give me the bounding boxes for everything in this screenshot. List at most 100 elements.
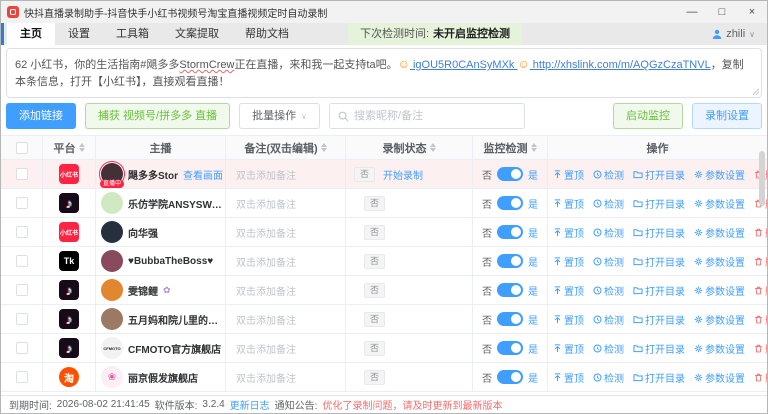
delete-button[interactable]: 删除: [754, 225, 767, 240]
pin-top-button[interactable]: 置顶: [553, 312, 584, 327]
pin-top-button[interactable]: 置顶: [553, 167, 584, 182]
sort-carets-icon[interactable]: [531, 143, 537, 152]
batch-operation-dropdown[interactable]: 批量操作∨: [239, 103, 320, 129]
remark-cell[interactable]: 双击添加备注: [226, 218, 346, 246]
parameter-settings-button[interactable]: 参数设置: [694, 254, 745, 269]
sort-carets-icon[interactable]: [79, 143, 85, 152]
start-monitor-button[interactable]: 启动监控: [613, 103, 683, 129]
pin-top-button[interactable]: 置顶: [553, 225, 584, 240]
minimize-button[interactable]: —: [677, 1, 707, 23]
detect-button[interactable]: 检测: [593, 312, 624, 327]
sort-carets-icon[interactable]: [321, 143, 327, 152]
notice-link[interactable]: igOU5R0CAnSyMXk: [410, 59, 518, 71]
row-checkbox[interactable]: [16, 226, 28, 238]
parameter-settings-button[interactable]: 参数设置: [694, 167, 745, 182]
row-checkbox[interactable]: [16, 197, 28, 209]
search-input[interactable]: [354, 110, 516, 122]
row-checkbox[interactable]: [16, 255, 28, 267]
tab-设置[interactable]: 设置: [55, 23, 103, 45]
delete-button[interactable]: 删除: [754, 370, 767, 385]
left-accent-bar: [1, 23, 4, 45]
user-menu[interactable]: zhili ∨: [712, 23, 767, 45]
record-settings-button[interactable]: 录制设置: [692, 103, 762, 129]
detect-button[interactable]: 检测: [593, 254, 624, 269]
view-screen-link[interactable]: 查看画面: [183, 167, 223, 182]
column-header-record-status[interactable]: 录制状态: [346, 136, 473, 159]
capture-live-button[interactable]: 捕获 视频号/拼多多 直播: [85, 103, 230, 129]
remark-cell[interactable]: 双击添加备注: [226, 247, 346, 275]
toolbar: 添加链接 捕获 视频号/拼多多 直播 批量操作∨ 启动监控 录制设置: [6, 103, 762, 129]
open-directory-button[interactable]: 打开目录: [633, 312, 685, 327]
detect-button[interactable]: 检测: [593, 341, 624, 356]
delete-button[interactable]: 删除: [754, 283, 767, 298]
tab-工具箱[interactable]: 工具箱: [103, 23, 162, 45]
monitor-toggle[interactable]: [497, 283, 523, 297]
tab-文案提取[interactable]: 文案提取: [162, 23, 232, 45]
monitor-toggle[interactable]: [497, 370, 523, 384]
user-icon: [712, 29, 722, 39]
monitor-toggle[interactable]: [497, 254, 523, 268]
open-directory-button[interactable]: 打开目录: [633, 283, 685, 298]
pin-top-button[interactable]: 置顶: [553, 254, 584, 269]
clock-icon: [593, 286, 602, 295]
add-link-button[interactable]: 添加链接: [6, 103, 76, 129]
pin-top-button[interactable]: 置顶: [553, 283, 584, 298]
detect-button[interactable]: 检测: [593, 225, 624, 240]
parameter-settings-button[interactable]: 参数设置: [694, 341, 745, 356]
delete-button[interactable]: 删除: [754, 341, 767, 356]
close-button[interactable]: ×: [737, 1, 767, 23]
detect-button[interactable]: 检测: [593, 283, 624, 298]
delete-button[interactable]: 删除: [754, 312, 767, 327]
parameter-settings-button[interactable]: 参数设置: [694, 283, 745, 298]
start-record-link[interactable]: 开始录制: [383, 167, 423, 182]
notice-textarea[interactable]: 62 小红书，你的生活指南#飓多多StormCrew正在直播，来和我一起支持ta…: [6, 48, 762, 98]
row-checkbox[interactable]: [16, 342, 28, 354]
pin-top-button[interactable]: 置顶: [553, 341, 584, 356]
column-header-remark[interactable]: 备注(双击编辑): [226, 136, 346, 159]
monitor-toggle[interactable]: [497, 225, 523, 239]
open-directory-button[interactable]: 打开目录: [633, 225, 685, 240]
remark-cell[interactable]: 双击添加备注: [226, 305, 346, 333]
remark-cell[interactable]: 双击添加备注: [226, 363, 346, 391]
open-directory-button[interactable]: 打开目录: [633, 167, 685, 182]
open-directory-button[interactable]: 打开目录: [633, 370, 685, 385]
remark-cell[interactable]: 双击添加备注: [226, 189, 346, 217]
open-directory-button[interactable]: 打开目录: [633, 341, 685, 356]
parameter-settings-button[interactable]: 参数设置: [694, 312, 745, 327]
arrow-up-icon: [553, 170, 562, 179]
remark-cell[interactable]: 双击添加备注: [226, 276, 346, 304]
column-header-platform[interactable]: 平台: [43, 136, 96, 159]
detect-button[interactable]: 检测: [593, 370, 624, 385]
tab-帮助文档[interactable]: 帮助文档: [232, 23, 302, 45]
record-status-tag: 否: [364, 312, 385, 327]
row-checkbox[interactable]: [16, 284, 28, 296]
monitor-toggle[interactable]: [497, 312, 523, 326]
live-badge: 直播中: [100, 180, 124, 188]
detect-button[interactable]: 检测: [593, 167, 624, 182]
parameter-settings-button[interactable]: 参数设置: [694, 370, 745, 385]
pin-top-button[interactable]: 置顶: [553, 196, 584, 211]
vertical-scrollbar[interactable]: [759, 151, 765, 206]
tab-主页[interactable]: 主页: [7, 23, 55, 45]
notice-link[interactable]: http://xhslink.com/m/AQGzCzaTNVL: [530, 59, 711, 71]
row-checkbox[interactable]: [16, 168, 28, 180]
open-directory-button[interactable]: 打开目录: [633, 196, 685, 211]
changelog-link[interactable]: 更新日志: [230, 397, 270, 412]
monitor-toggle[interactable]: [497, 167, 523, 181]
row-checkbox[interactable]: [16, 371, 28, 383]
parameter-settings-button[interactable]: 参数设置: [694, 196, 745, 211]
pin-top-button[interactable]: 置顶: [553, 370, 584, 385]
delete-button[interactable]: 删除: [754, 254, 767, 269]
column-header-monitor[interactable]: 监控检测: [473, 136, 548, 159]
detect-button[interactable]: 检测: [593, 196, 624, 211]
remark-cell[interactable]: 双击添加备注: [226, 160, 346, 188]
parameter-settings-button[interactable]: 参数设置: [694, 225, 745, 240]
monitor-toggle[interactable]: [497, 341, 523, 355]
remark-cell[interactable]: 双击添加备注: [226, 334, 346, 362]
maximize-button[interactable]: □: [707, 1, 737, 23]
monitor-toggle[interactable]: [497, 196, 523, 210]
select-all-checkbox[interactable]: [16, 142, 28, 154]
sort-carets-icon[interactable]: [430, 143, 436, 152]
row-checkbox[interactable]: [16, 313, 28, 325]
open-directory-button[interactable]: 打开目录: [633, 254, 685, 269]
